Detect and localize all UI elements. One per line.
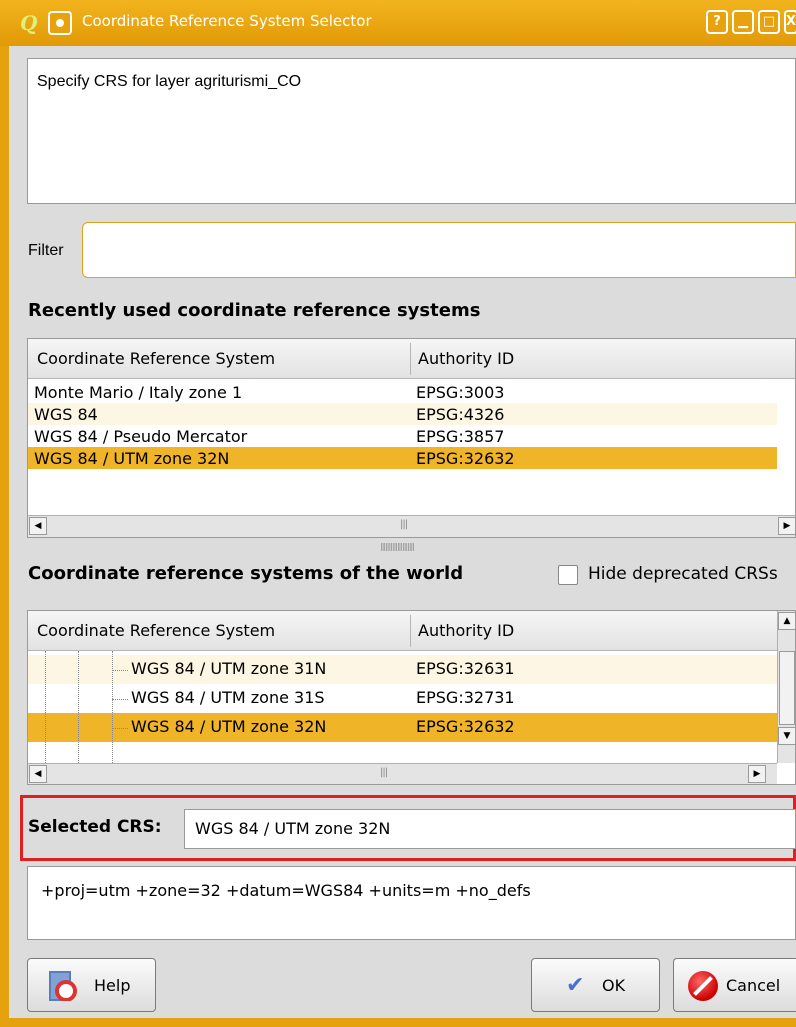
world-table-row[interactable]: WGS 84 / UTM zone 31N EPSG:32631 bbox=[28, 655, 777, 684]
recent-row-crs: WGS 84 / Pseudo Mercator bbox=[34, 427, 248, 446]
close-button[interactable]: X bbox=[784, 10, 796, 34]
window-title: Coordinate Reference System Selector bbox=[82, 12, 372, 30]
tree-branch bbox=[112, 728, 128, 729]
world-row-auth: EPSG:32632 bbox=[416, 717, 515, 736]
world-table-header: Coordinate Reference System Authority ID bbox=[28, 611, 777, 651]
scroll-left-icon[interactable]: ◀ bbox=[29, 765, 47, 783]
tree-branch bbox=[112, 699, 128, 700]
scroll-grip-icon: ||| bbox=[400, 519, 408, 530]
ok-check-icon: ✔ bbox=[566, 973, 585, 998]
tree-guide bbox=[45, 651, 46, 763]
world-col-auth[interactable]: Authority ID bbox=[418, 621, 514, 640]
scroll-right-icon[interactable]: ▶ bbox=[748, 765, 766, 783]
window-frame-left bbox=[0, 46, 9, 1027]
world-row-crs: WGS 84 / UTM zone 31S bbox=[131, 688, 325, 707]
recent-col-auth[interactable]: Authority ID bbox=[418, 349, 514, 368]
selected-crs-field[interactable]: WGS 84 / UTM zone 32N bbox=[184, 809, 796, 849]
recent-table-row[interactable]: WGS 84 / Pseudo Mercator EPSG:3857 bbox=[28, 425, 777, 447]
splitter-handle-icon[interactable]: |||||||||||||||||||| bbox=[380, 542, 415, 551]
world-row-crs: WGS 84 / UTM zone 31N bbox=[131, 659, 327, 678]
scroll-left-icon[interactable]: ◀ bbox=[29, 517, 47, 535]
scroll-right-icon[interactable]: ▶ bbox=[778, 517, 795, 535]
world-row-auth: EPSG:32731 bbox=[416, 688, 515, 707]
recent-hscrollbar[interactable]: ◀ ||| ▶ bbox=[28, 515, 795, 537]
scroll-up-icon[interactable]: ▲ bbox=[778, 612, 795, 630]
window-menu-icon[interactable] bbox=[48, 11, 72, 35]
minimize-button[interactable]: ▁ bbox=[732, 10, 754, 34]
tree-guide bbox=[78, 651, 79, 763]
recent-table-row[interactable]: WGS 84 EPSG:4326 bbox=[28, 403, 777, 425]
recent-row-crs: WGS 84 / UTM zone 32N bbox=[34, 449, 230, 468]
help-label: Help bbox=[94, 976, 131, 995]
cancel-button[interactable]: Cancel bbox=[673, 958, 796, 1012]
recent-table-row[interactable]: WGS 84 / UTM zone 32N EPSG:32632 bbox=[28, 447, 777, 469]
qgis-logo-icon: Q bbox=[20, 11, 38, 35]
world-table-row[interactable]: WGS 84 / UTM zone 32N EPSG:32632 bbox=[28, 713, 777, 742]
title-help-button[interactable]: ? bbox=[706, 10, 728, 34]
recent-crs-title: Recently used coordinate reference syste… bbox=[28, 300, 481, 321]
recent-row-auth: EPSG:32632 bbox=[416, 449, 515, 468]
recent-row-auth: EPSG:4326 bbox=[416, 405, 505, 424]
help-icon bbox=[49, 971, 77, 1001]
scroll-grip-icon: ||| bbox=[380, 767, 388, 778]
help-button[interactable]: Help bbox=[27, 958, 156, 1012]
column-divider bbox=[410, 343, 411, 375]
recent-row-auth: EPSG:3003 bbox=[416, 383, 505, 402]
world-crs-table: Coordinate Reference System Authority ID… bbox=[27, 610, 796, 785]
filter-label: Filter bbox=[28, 242, 64, 259]
scroll-thumb[interactable] bbox=[779, 651, 795, 725]
recent-table-header: Coordinate Reference System Authority ID bbox=[28, 339, 795, 379]
proj-string-box: +proj=utm +zone=32 +datum=WGS84 +units=m… bbox=[27, 866, 796, 940]
world-row-auth: EPSG:32631 bbox=[416, 659, 515, 678]
world-table-row[interactable]: WGS 84 / UTM zone 31S EPSG:32731 bbox=[28, 684, 777, 713]
recent-table-row[interactable]: Monte Mario / Italy zone 1 EPSG:3003 bbox=[28, 381, 777, 403]
title-bar: Q Coordinate Reference System Selector ?… bbox=[0, 0, 796, 46]
cancel-icon bbox=[688, 971, 718, 1001]
ok-label: OK bbox=[602, 976, 626, 995]
window-frame-bottom bbox=[0, 1018, 796, 1027]
world-hscrollbar[interactable]: ◀ ||| ▶ bbox=[28, 763, 777, 784]
world-crs-title: Coordinate reference systems of the worl… bbox=[28, 563, 464, 584]
cancel-label: Cancel bbox=[726, 976, 781, 995]
recent-row-crs: WGS 84 bbox=[34, 405, 98, 424]
recent-row-auth: EPSG:3857 bbox=[416, 427, 505, 446]
crs-selector-window: Q Coordinate Reference System Selector ?… bbox=[0, 0, 796, 1027]
recent-col-crs[interactable]: Coordinate Reference System bbox=[37, 349, 275, 368]
maximize-button[interactable]: □ bbox=[758, 10, 780, 34]
tree-branch bbox=[112, 670, 128, 671]
world-row-crs: WGS 84 / UTM zone 32N bbox=[131, 717, 327, 736]
column-divider bbox=[410, 615, 411, 647]
world-col-crs[interactable]: Coordinate Reference System bbox=[37, 621, 275, 640]
recent-row-crs: Monte Mario / Italy zone 1 bbox=[34, 383, 243, 402]
ok-button[interactable]: ✔ OK bbox=[531, 958, 660, 1012]
hide-deprecated-label: Hide deprecated CRSs bbox=[588, 564, 778, 584]
selected-crs-label: Selected CRS: bbox=[28, 817, 162, 837]
hide-deprecated-checkbox[interactable] bbox=[558, 565, 578, 585]
filter-input[interactable] bbox=[82, 222, 796, 278]
tree-guide bbox=[112, 651, 113, 763]
recent-crs-table: Coordinate Reference System Authority ID… bbox=[27, 338, 796, 538]
world-vscrollbar[interactable]: ▲ ▼ bbox=[777, 611, 795, 763]
scroll-down-icon[interactable]: ▼ bbox=[778, 727, 795, 745]
description-box: Specify CRS for layer agriturismi_CO bbox=[27, 58, 796, 204]
